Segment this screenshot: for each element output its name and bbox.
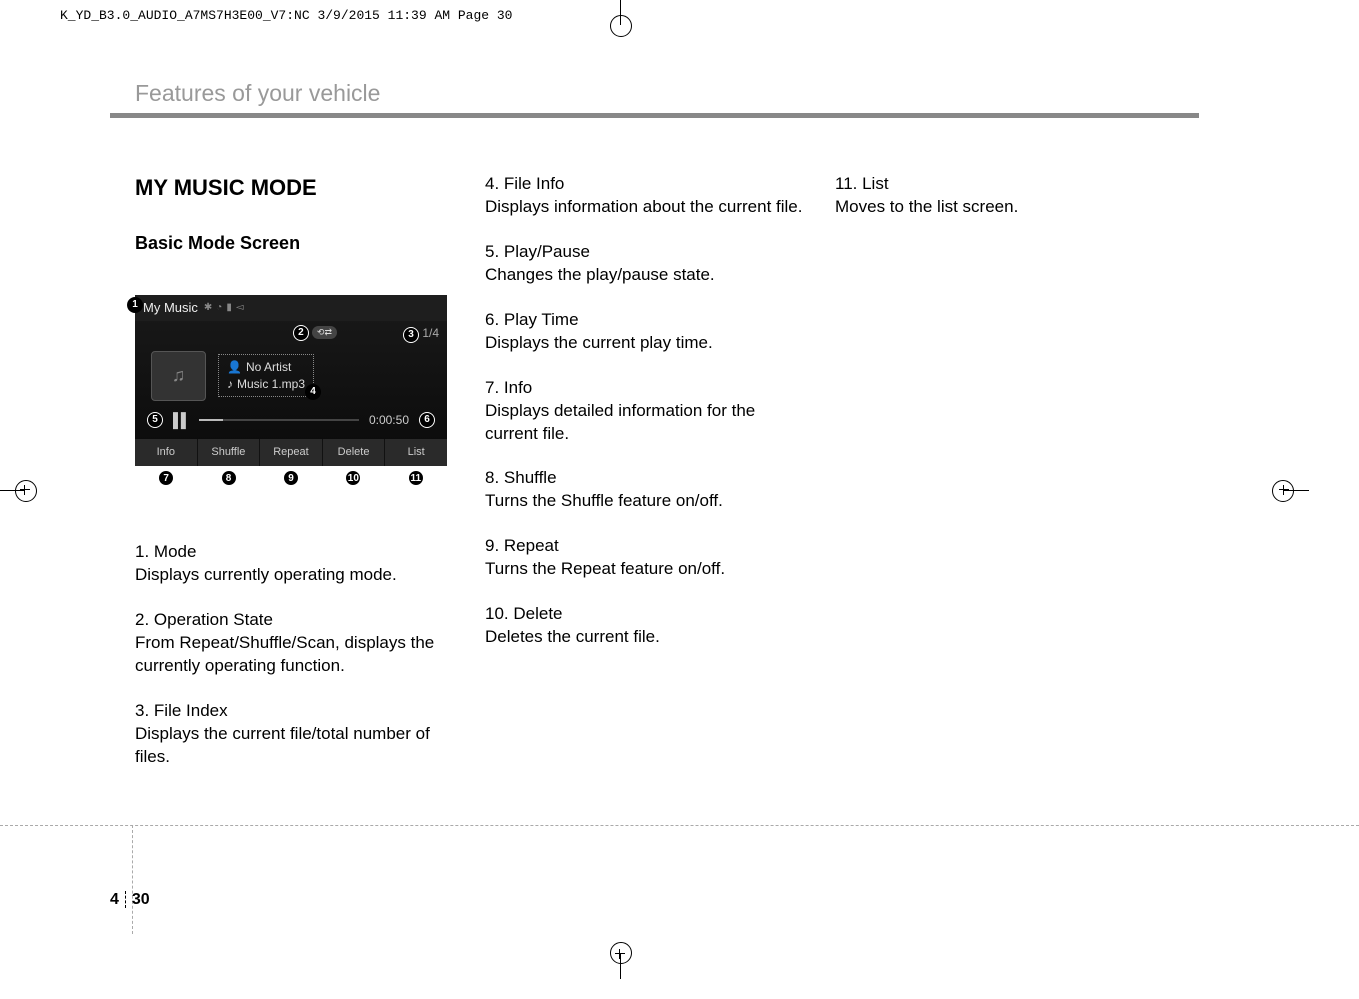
bluetooth-icon: ✱ bbox=[204, 301, 212, 315]
pause-icon: ▌▌ bbox=[173, 411, 189, 430]
filename-text: Music 1.mp3 bbox=[237, 376, 305, 392]
item-name: Delete bbox=[513, 604, 562, 623]
item-number: 9. bbox=[485, 536, 504, 555]
item-number: 3. bbox=[135, 701, 154, 720]
item-description: Moves to the list screen. bbox=[835, 196, 1155, 219]
index-text: 1/4 bbox=[422, 326, 439, 340]
description-item: 3. File Index Displays the current file/t… bbox=[135, 700, 455, 769]
item-description: Displays the current play time. bbox=[485, 332, 805, 355]
callout-6: 6 bbox=[419, 412, 435, 428]
item-name: List bbox=[862, 174, 888, 193]
page-number-text: 30 bbox=[132, 891, 150, 908]
callout-5: 5 bbox=[147, 412, 163, 428]
description-item: 6. Play Time Displays the current play ti… bbox=[485, 309, 805, 355]
item-name: Play/Pause bbox=[504, 242, 590, 261]
crop-header-text: K_YD_B3.0_AUDIO_A7MS7H3E00_V7:NC 3/9/201… bbox=[60, 8, 512, 23]
item-name: File Index bbox=[154, 701, 228, 720]
item-name: Shuffle bbox=[504, 468, 557, 487]
signal-icon: ◅ bbox=[236, 301, 244, 315]
screen-topbar: My Music ✱ ◔ ▮ ◅ bbox=[135, 295, 447, 321]
callout-3: 3 bbox=[403, 327, 419, 343]
section-rule bbox=[110, 113, 1199, 118]
description-item: 11. List Moves to the list screen. bbox=[835, 173, 1155, 219]
progress-bar bbox=[199, 419, 359, 421]
item-name: Operation State bbox=[154, 610, 273, 629]
artist-text: No Artist bbox=[246, 359, 291, 375]
item-number: 10. bbox=[485, 604, 513, 623]
section-header: Features of your vehicle bbox=[135, 80, 1199, 113]
crop-mark-bottom bbox=[595, 929, 645, 979]
item-description: Turns the Repeat feature on/off. bbox=[485, 558, 805, 581]
crop-mark-left bbox=[0, 465, 50, 515]
item-number: 1. bbox=[135, 542, 154, 561]
crop-mark-right bbox=[1259, 465, 1309, 515]
state-pill: ⟲⇄ bbox=[312, 326, 337, 339]
title-main: MY MUSIC MODE bbox=[135, 173, 455, 203]
btn-list: List bbox=[385, 439, 447, 466]
item-name: Play Time bbox=[504, 310, 579, 329]
play-time: 0:00:50 bbox=[369, 412, 409, 428]
btn-info: Info bbox=[135, 439, 198, 466]
person-icon: 👤 bbox=[227, 359, 242, 375]
column-2: 4. File Info Displays information about t… bbox=[485, 173, 805, 791]
callout-8: 8 bbox=[221, 470, 237, 486]
description-item: 2. Operation State From Repeat/Shuffle/Sc… bbox=[135, 609, 455, 678]
item-description: Changes the play/pause state. bbox=[485, 264, 805, 287]
column-3: 11. List Moves to the list screen. bbox=[835, 173, 1155, 791]
item-name: Info bbox=[504, 378, 532, 397]
callout-4: 4 bbox=[305, 384, 321, 400]
item-description: Displays currently operating mode. bbox=[135, 564, 455, 587]
description-item: 5. Play/Pause Changes the play/pause stat… bbox=[485, 241, 805, 287]
description-item: 9. Repeat Turns the Repeat feature on/off… bbox=[485, 535, 805, 581]
item-description: Displays the current file/total number o… bbox=[135, 723, 455, 769]
title-sub: Basic Mode Screen bbox=[135, 231, 455, 255]
item-number: 11. bbox=[835, 174, 862, 193]
item-number: 2. bbox=[135, 610, 154, 629]
device-screenshot: 1 My Music ✱ ◔ ▮ ◅ 2 ⟲⇄ bbox=[135, 295, 447, 486]
btn-repeat: Repeat bbox=[260, 439, 323, 466]
column-1: MY MUSIC MODE Basic Mode Screen 1 My Mus… bbox=[135, 173, 455, 791]
callout-11: 11 bbox=[408, 470, 424, 486]
clock-icon: ◔ bbox=[216, 301, 222, 315]
description-item: 1. Mode Displays currently operating mode… bbox=[135, 541, 455, 587]
status-icons: ✱ ◔ ▮ ◅ bbox=[204, 301, 244, 315]
btn-delete: Delete bbox=[323, 439, 386, 466]
operation-state: 2 ⟲⇄ bbox=[293, 325, 337, 341]
item-description: Displays information about the current f… bbox=[485, 196, 805, 219]
item-name: Mode bbox=[154, 542, 197, 561]
item-number: 8. bbox=[485, 468, 504, 487]
item-description: From Repeat/Shuffle/Scan, displays the c… bbox=[135, 632, 455, 678]
item-number: 7. bbox=[485, 378, 504, 397]
callout-row-bottom: 7 8 9 10 11 bbox=[135, 470, 447, 486]
item-name: File Info bbox=[504, 174, 564, 193]
item-description: Deletes the current file. bbox=[485, 626, 805, 649]
crop-mark-top bbox=[595, 0, 645, 50]
callout-2: 2 bbox=[293, 325, 309, 341]
screen-buttons: Info Shuffle Repeat Delete List bbox=[135, 439, 447, 466]
item-number: 4. bbox=[485, 174, 504, 193]
item-description: Turns the Shuffle feature on/off. bbox=[485, 490, 805, 513]
callout-9: 9 bbox=[283, 470, 299, 486]
item-description: Displays detailed information for the cu… bbox=[485, 400, 805, 446]
note-icon: ♪ bbox=[227, 376, 233, 392]
page-number: 4 30 bbox=[110, 891, 150, 909]
file-info-box: 👤 No Artist ♪ Music 1.mp3 4 bbox=[218, 354, 314, 396]
mode-label: My Music bbox=[143, 299, 198, 317]
battery-icon: ▮ bbox=[226, 301, 232, 315]
callout-10: 10 bbox=[345, 470, 361, 486]
item-number: 6. bbox=[485, 310, 504, 329]
item-name: Repeat bbox=[504, 536, 559, 555]
album-art-icon: ♫ bbox=[151, 351, 206, 401]
callout-1: 1 bbox=[127, 297, 143, 313]
callout-7: 7 bbox=[158, 470, 174, 486]
chapter-number: 4 bbox=[110, 891, 126, 908]
file-index: 3 1/4 bbox=[403, 325, 439, 343]
description-item: 7. Info Displays detailed information for… bbox=[485, 377, 805, 446]
item-number: 5. bbox=[485, 242, 504, 261]
description-item: 8. Shuffle Turns the Shuffle feature on/o… bbox=[485, 467, 805, 513]
description-item: 10. Delete Deletes the current file. bbox=[485, 603, 805, 649]
btn-shuffle: Shuffle bbox=[198, 439, 261, 466]
description-item: 4. File Info Displays information about t… bbox=[485, 173, 805, 219]
